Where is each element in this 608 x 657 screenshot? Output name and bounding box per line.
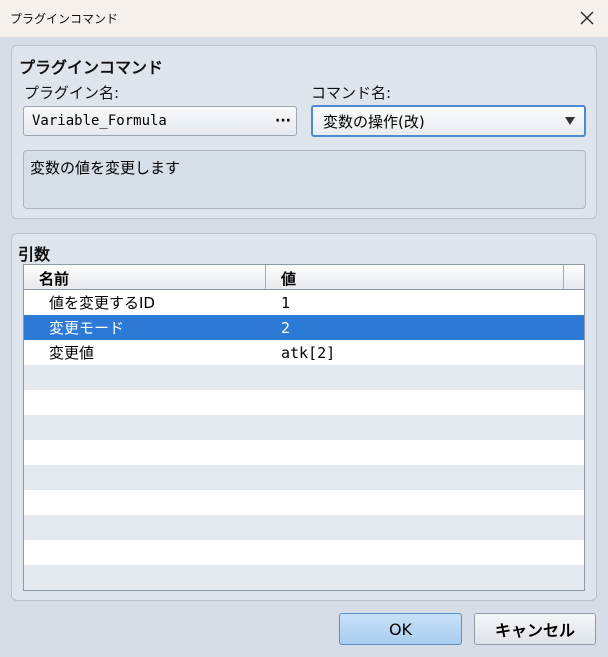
column-header-value[interactable]: 値 — [266, 265, 564, 289]
arg-value: 1 — [281, 293, 291, 312]
empty-row — [24, 465, 584, 490]
plugin-name-field[interactable]: Variable_Formula ··· — [23, 106, 297, 136]
column-header-name[interactable]: 名前 — [24, 265, 266, 289]
command-name-select[interactable]: 変数の操作(改) — [311, 105, 586, 137]
command-name-label: コマンド名: — [311, 84, 392, 102]
cancel-button[interactable]: キャンセル — [474, 613, 596, 645]
plugin-name-value: Variable_Formula — [32, 113, 167, 129]
ok-button[interactable]: OK — [339, 613, 462, 645]
command-name-value: 変数の操作(改) — [323, 112, 425, 131]
empty-row — [24, 390, 584, 415]
browse-plugin-button[interactable]: ··· — [270, 113, 296, 129]
close-icon — [580, 11, 594, 25]
title-bar: プラグインコマンド — [0, 0, 608, 37]
table-row[interactable]: 値を変更するID 1 — [24, 290, 584, 315]
empty-row — [24, 565, 584, 590]
empty-row — [24, 415, 584, 440]
empty-row — [24, 515, 584, 540]
dropdown-arrow-icon — [556, 117, 584, 125]
arg-name: 値を変更するID — [49, 294, 155, 312]
arguments-section-title: 引数 — [18, 245, 51, 264]
window-title: プラグインコマンド — [10, 12, 119, 26]
empty-row — [24, 365, 584, 390]
table-row[interactable]: 変更値 atk[2] — [24, 340, 584, 365]
plugin-section-title: プラグインコマンド — [19, 58, 164, 77]
empty-row — [24, 540, 584, 565]
arg-name: 変更値 — [49, 344, 95, 362]
plugin-name-label: プラグイン名: — [24, 84, 120, 102]
table-header: 名前 値 — [24, 265, 584, 290]
close-button[interactable] — [570, 4, 604, 32]
arg-name: 変更モード — [49, 319, 125, 337]
arg-value: atk[2] — [281, 343, 336, 362]
arguments-table[interactable]: 名前 値 値を変更するID 1 変更モード 2 変更値 atk[2] — [23, 264, 585, 591]
empty-row — [24, 490, 584, 515]
table-row[interactable]: 変更モード 2 — [24, 315, 584, 340]
column-header-filler — [564, 265, 584, 289]
arg-value: 2 — [281, 318, 291, 337]
command-description: 変数の値を変更します — [23, 150, 586, 209]
empty-row — [24, 440, 584, 465]
